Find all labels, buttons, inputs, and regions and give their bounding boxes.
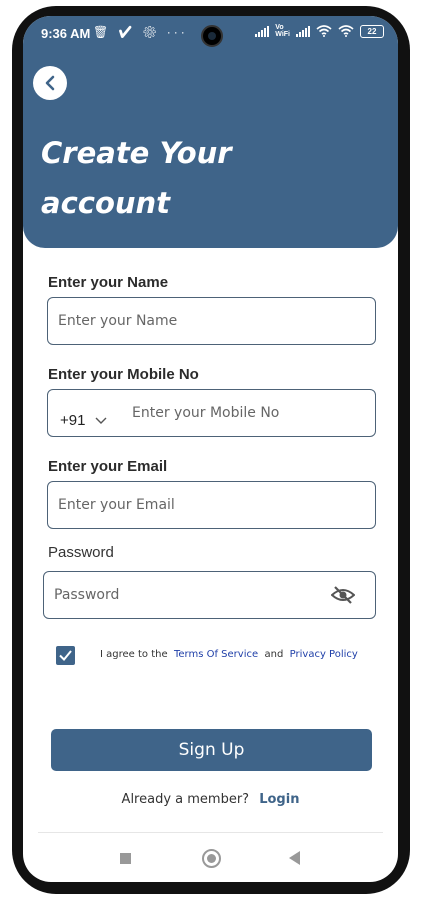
agreement-text: I agree to the Terms Of Service and Priv… (100, 649, 358, 660)
login-link[interactable]: Login (259, 792, 299, 807)
vowifi-icon: Vo WiFi (275, 24, 290, 38)
agree-checkbox[interactable] (56, 646, 75, 665)
mobile-input-wrap (122, 390, 375, 436)
status-time: 9:36 AM (41, 26, 91, 41)
email-field[interactable] (47, 481, 376, 529)
nav-divider (38, 832, 383, 833)
country-code-select[interactable]: +91 (60, 412, 107, 429)
page-title: Create Your account (41, 128, 341, 228)
agree-and: and (264, 649, 284, 660)
already-member-row: Already a member? Login (23, 792, 398, 807)
android-nav-bar (23, 846, 398, 872)
signal-icon (255, 25, 270, 37)
back-button[interactable] (33, 66, 67, 100)
name-field[interactable] (47, 297, 376, 345)
signal-icon-2 (296, 25, 310, 37)
email-input[interactable] (48, 482, 375, 528)
mobile-input[interactable] (122, 390, 375, 436)
password-label: Password (48, 544, 114, 561)
password-input[interactable] (44, 572, 375, 618)
title-line-1: Create Your (41, 136, 232, 170)
recents-icon[interactable] (120, 853, 131, 864)
chevron-down-icon (95, 417, 107, 424)
name-label: Enter your Name (48, 274, 169, 291)
screen: 9:36 AM 🗑 ✔ ⚙ ··· Vo WiFi 22 Create Your … (23, 16, 398, 882)
terms-link[interactable]: Terms Of Service (174, 649, 258, 660)
country-code-value: +91 (60, 412, 86, 429)
status-bar: 9:36 AM 🗑 ✔ ⚙ ··· Vo WiFi 22 (23, 16, 398, 50)
name-input[interactable] (48, 298, 375, 344)
status-right: Vo WiFi 22 (255, 24, 384, 38)
mobile-field[interactable]: +91 (47, 389, 376, 437)
title-line-2: account (41, 186, 171, 220)
privacy-link[interactable]: Privacy Policy (290, 649, 358, 660)
notification-icons: 🗑 ✔ ⚙ ··· (93, 25, 188, 39)
member-text: Already a member? (121, 792, 250, 807)
chevron-left-icon (45, 75, 55, 91)
header: 9:36 AM 🗑 ✔ ⚙ ··· Vo WiFi 22 Create Your … (23, 16, 398, 248)
eye-off-icon[interactable] (331, 585, 355, 605)
email-label: Enter your Email (48, 458, 168, 475)
wifi-icon (316, 25, 332, 37)
nav-back-icon[interactable] (289, 851, 300, 865)
sign-up-button[interactable]: Sign Up (51, 729, 372, 771)
mobile-label: Enter your Mobile No (48, 366, 199, 383)
check-icon (59, 650, 72, 661)
password-field[interactable] (43, 571, 376, 619)
agree-prefix: I agree to the (100, 649, 168, 660)
camera-cutout (201, 25, 223, 47)
home-icon[interactable] (202, 849, 221, 868)
battery-icon: 22 (360, 24, 384, 38)
wifi-icon-2 (338, 25, 354, 37)
